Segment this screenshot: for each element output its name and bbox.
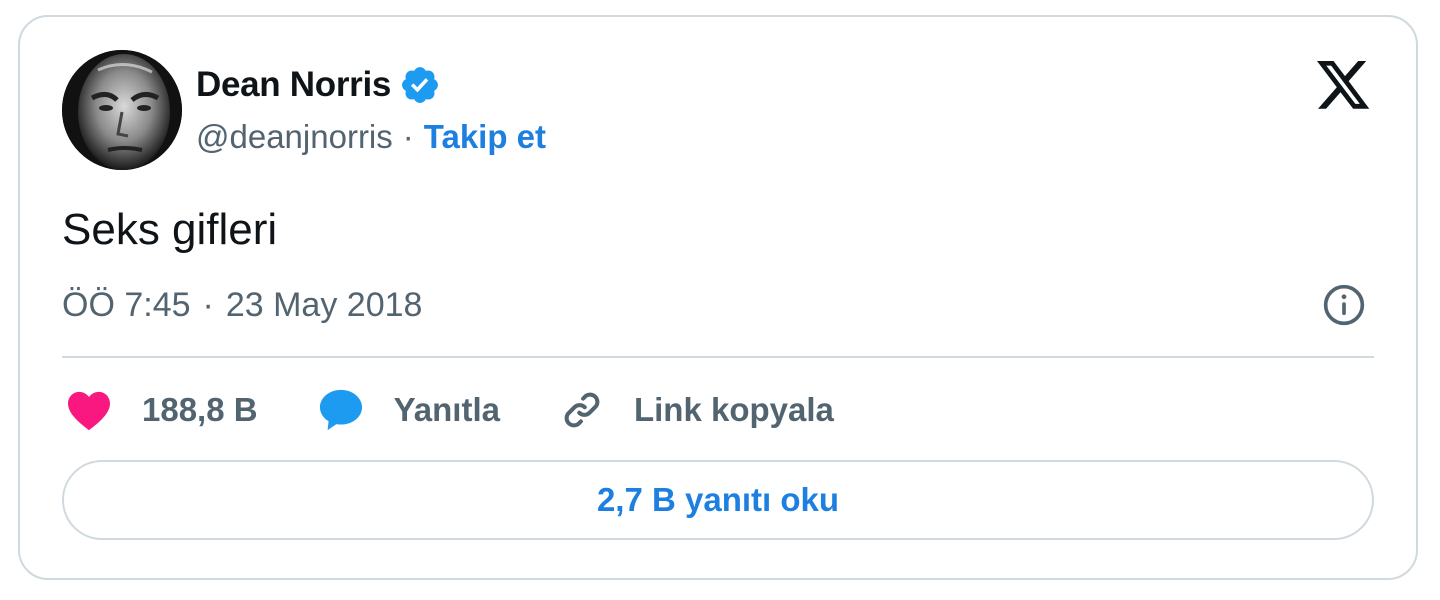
link-icon xyxy=(564,392,600,428)
reply-button[interactable]: Yanıtla xyxy=(318,388,500,432)
author-display-name[interactable]: Dean Norris xyxy=(196,65,391,105)
follow-button[interactable]: Takip et xyxy=(424,118,546,156)
reply-label: Yanıtla xyxy=(393,391,500,428)
action-bar: 188,8 B Yanıtla Link kopyala xyxy=(66,385,894,435)
avatar-image xyxy=(62,50,182,170)
tweet-meta: ÖÖ 7:45 · 23 May 2018 xyxy=(62,283,422,327)
like-button[interactable]: 188,8 B xyxy=(66,389,258,431)
avatar[interactable] xyxy=(62,50,182,170)
divider xyxy=(62,356,1374,358)
info-icon[interactable] xyxy=(1322,283,1366,327)
heart-icon xyxy=(68,391,110,431)
tweet-text: Seks gifleri xyxy=(62,205,278,254)
x-logo-icon[interactable] xyxy=(1316,61,1372,111)
tweet-time[interactable]: ÖÖ 7:45 xyxy=(62,286,191,325)
read-replies-button[interactable]: 2,7 B yanıtı oku xyxy=(62,460,1374,540)
meta-separator-dot: · xyxy=(202,285,214,324)
author-name-row: Dean Norris xyxy=(196,61,441,109)
separator-dot: · xyxy=(402,118,414,155)
author-handle-row: @deanjnorris · Takip et xyxy=(196,115,546,159)
verified-badge-icon xyxy=(399,64,441,106)
copy-link-button[interactable]: Link kopyala xyxy=(560,388,834,432)
speech-bubble-icon xyxy=(319,389,362,431)
like-count: 188,8 B xyxy=(142,391,258,428)
author-handle[interactable]: @deanjnorris xyxy=(196,118,393,156)
tweet-card: Dean Norris @deanjnorris · Takip et Seks… xyxy=(18,15,1418,580)
copy-link-label: Link kopyala xyxy=(633,391,834,428)
tweet-date[interactable]: 23 May 2018 xyxy=(226,286,423,325)
